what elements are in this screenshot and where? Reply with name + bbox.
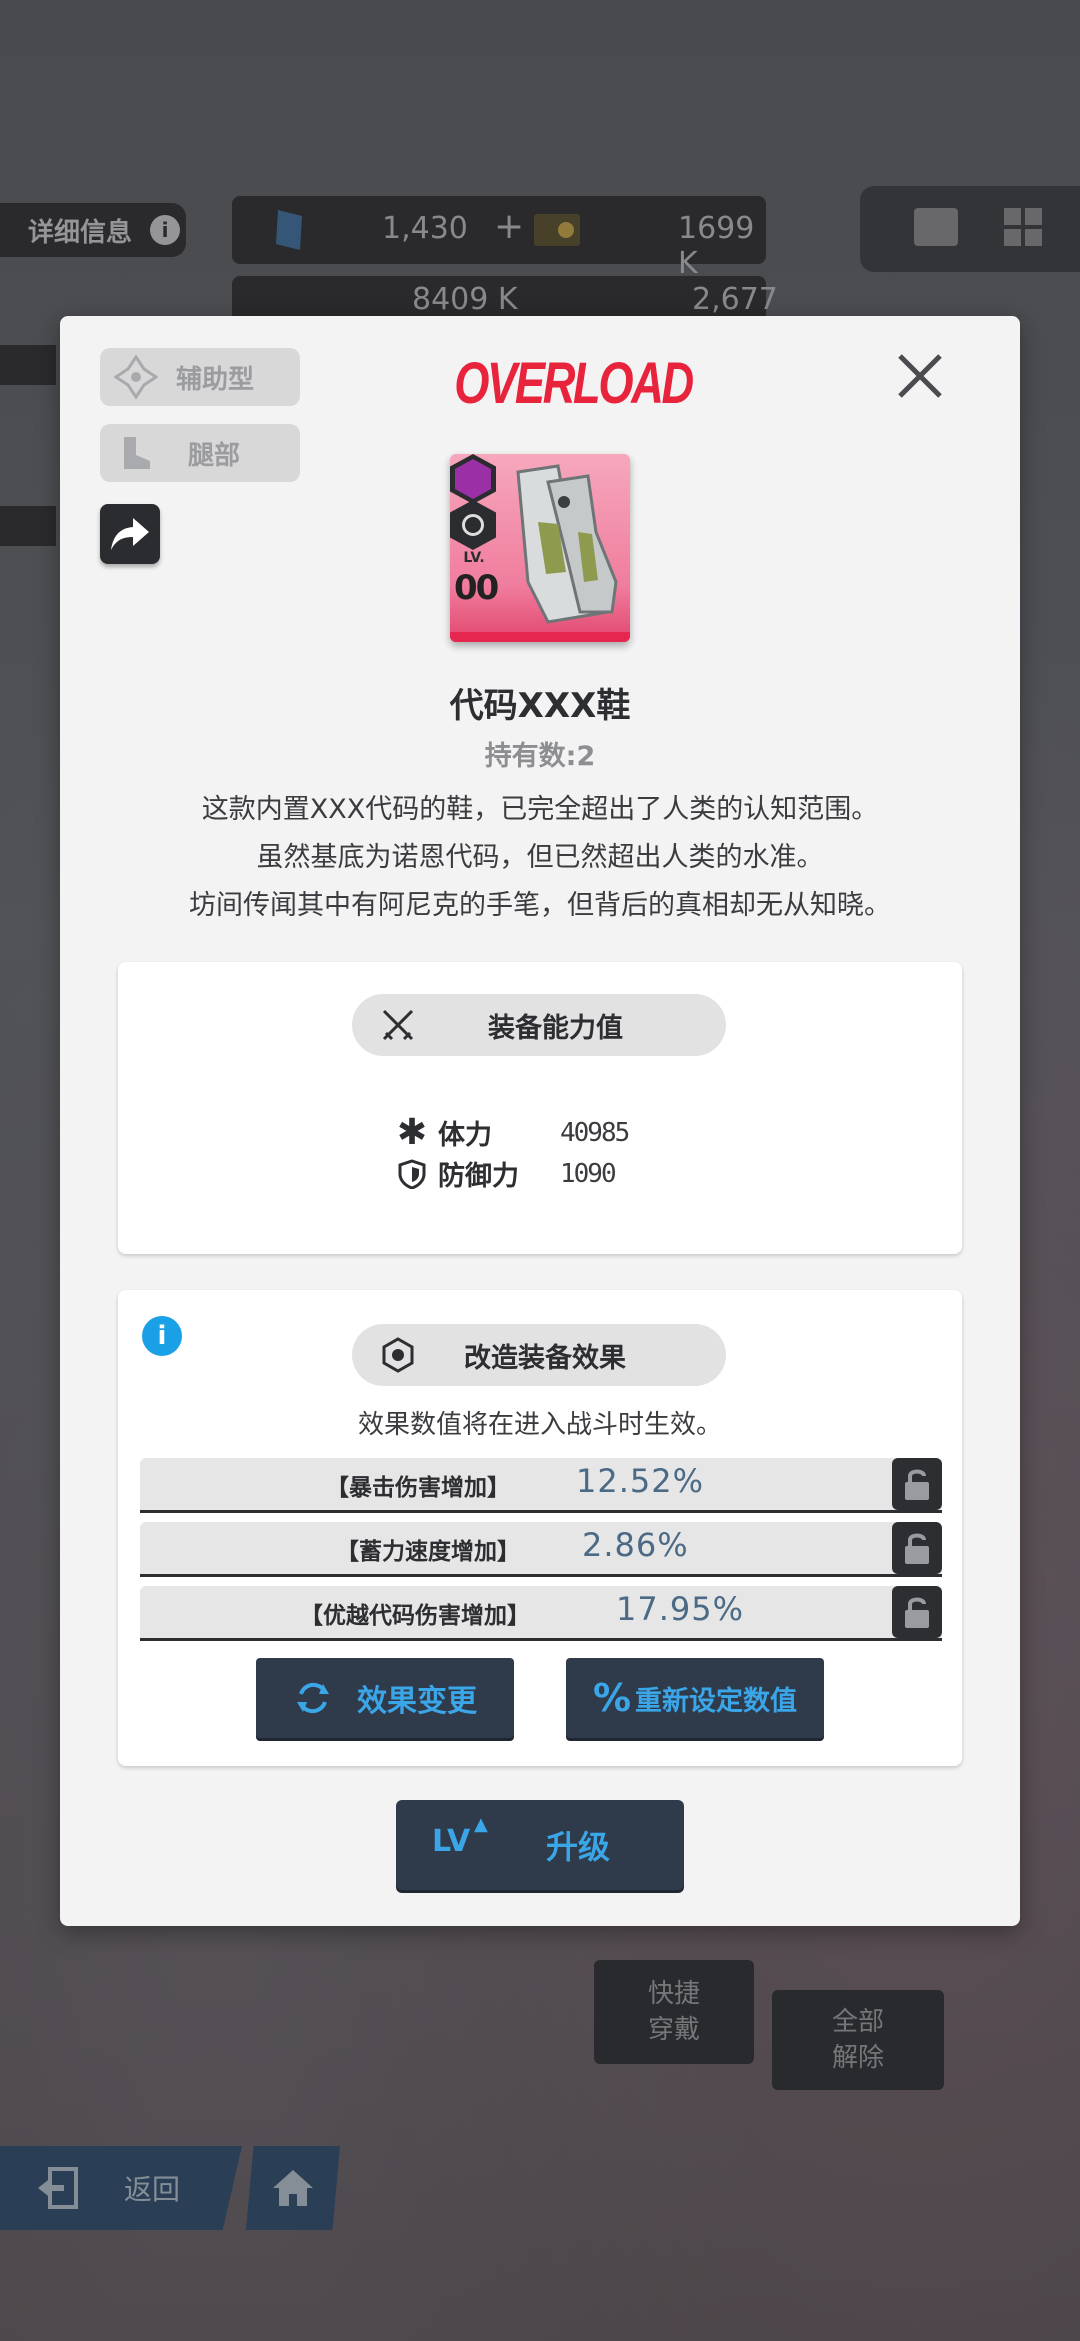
effects-panel-title: 改造装备效果 — [352, 1324, 726, 1386]
reset-value-label: 重新设定数值 — [635, 1685, 798, 1717]
level-up-icon: LV ▲ — [432, 1814, 488, 1859]
stat-value: 40985 — [560, 1117, 630, 1148]
slot-tag: 腿部 — [100, 424, 300, 482]
crossed-swords-icon — [382, 1009, 414, 1041]
rarity-strip — [450, 632, 630, 642]
close-icon — [898, 354, 942, 398]
effect-value: 2.86% — [582, 1526, 689, 1564]
stats-panel: 装备能力值 ✱ 体力 40985 防御力 1090 — [118, 962, 962, 1254]
support-type-icon — [114, 355, 158, 399]
stats-panel-title: 装备能力值 — [352, 994, 726, 1056]
description-line: 虽然基底为诺恩代码，但已然超出人类的水准。 — [256, 842, 824, 873]
effect-value: 17.95% — [616, 1590, 745, 1628]
stats-title-label: 装备能力值 — [488, 1012, 623, 1044]
unlock-icon — [905, 1469, 929, 1500]
item-name: 代码XXX鞋 — [449, 686, 631, 726]
percent-icon: % — [592, 1676, 632, 1720]
lock-toggle[interactable] — [892, 1458, 942, 1510]
shield-icon — [398, 1158, 426, 1189]
effect-row: 【暴击伤害增加】 12.52% — [140, 1458, 942, 1513]
overload-logo: OVERLOAD — [454, 351, 694, 416]
stat-label: 防御力 — [438, 1161, 519, 1192]
reset-value-button[interactable]: % 重新设定数值 — [566, 1658, 824, 1738]
owned-count: 持有数:2 — [60, 734, 1020, 773]
info-icon[interactable]: i — [142, 1316, 182, 1356]
lock-toggle[interactable] — [892, 1522, 942, 1574]
change-effect-button[interactable]: 效果变更 — [256, 1658, 514, 1738]
effects-panel: i 改造装备效果 效果数值将在进入战斗时生效。 【暴击伤害增加】 12.52% … — [118, 1290, 962, 1766]
effects-title-label: 改造装备效果 — [464, 1342, 626, 1374]
stat-row-defense: 防御力 1090 — [394, 1154, 617, 1193]
unlock-icon — [905, 1533, 929, 1564]
effect-name: 【优越代码伤害增加】 — [300, 1603, 530, 1629]
asterisk-icon: ✱ — [396, 1112, 428, 1153]
stat-row-hp: ✱ 体力 40985 — [394, 1112, 630, 1153]
upgrade-label: 升级 — [546, 1828, 611, 1866]
refresh-icon — [297, 1682, 329, 1714]
effect-name: 【暴击伤害增加】 — [326, 1475, 510, 1501]
slot-tag-label: 腿部 — [188, 440, 241, 471]
effect-row: 【优越代码伤害增加】 17.95% — [140, 1586, 942, 1641]
description-line: 这款内置XXX代码的鞋，已完全超出了人类的认知范围。 — [201, 794, 879, 825]
boots-item-image — [516, 464, 618, 624]
description-line: 坊间传闻其中有阿尼克的手笔，但背后的真相却无从知晓。 — [189, 890, 891, 921]
owned-label: 持有数: — [484, 741, 577, 772]
gear-hex-icon — [382, 1337, 414, 1373]
type-tag-label: 辅助型 — [176, 364, 255, 395]
item-description: 这款内置XXX代码的鞋，已完全超出了人类的认知范围。 虽然基底为诺恩代码，但已然… — [60, 786, 1020, 930]
close-button[interactable] — [890, 346, 950, 406]
upgrade-button[interactable]: LV ▲ 升级 — [396, 1800, 684, 1890]
equipment-detail-modal: 辅助型 腿部 OVERLOAD LV. 00 代码XXX鞋 持有数:2 这款内置… — [60, 316, 1020, 1926]
effect-row: 【蓄力速度增加】 2.86% — [140, 1522, 942, 1577]
share-arrow-icon — [111, 518, 149, 550]
unlock-icon — [905, 1597, 929, 1628]
owned-value: 2 — [576, 741, 596, 772]
stat-label: 体力 — [438, 1120, 492, 1151]
type-tag: 辅助型 — [100, 348, 300, 406]
effect-value: 12.52% — [576, 1462, 705, 1500]
effect-name: 【蓄力速度增加】 — [336, 1539, 520, 1565]
item-level-label: LV. — [463, 550, 485, 566]
lock-toggle[interactable] — [892, 1586, 942, 1638]
item-level-value: 00 — [454, 568, 499, 608]
item-card: LV. 00 — [450, 454, 630, 642]
effects-note: 效果数值将在进入战斗时生效。 — [357, 1410, 722, 1440]
share-button[interactable] — [100, 504, 160, 564]
boot-icon — [124, 437, 150, 469]
change-effect-label: 效果变更 — [357, 1684, 477, 1719]
stat-value: 1090 — [560, 1158, 617, 1189]
